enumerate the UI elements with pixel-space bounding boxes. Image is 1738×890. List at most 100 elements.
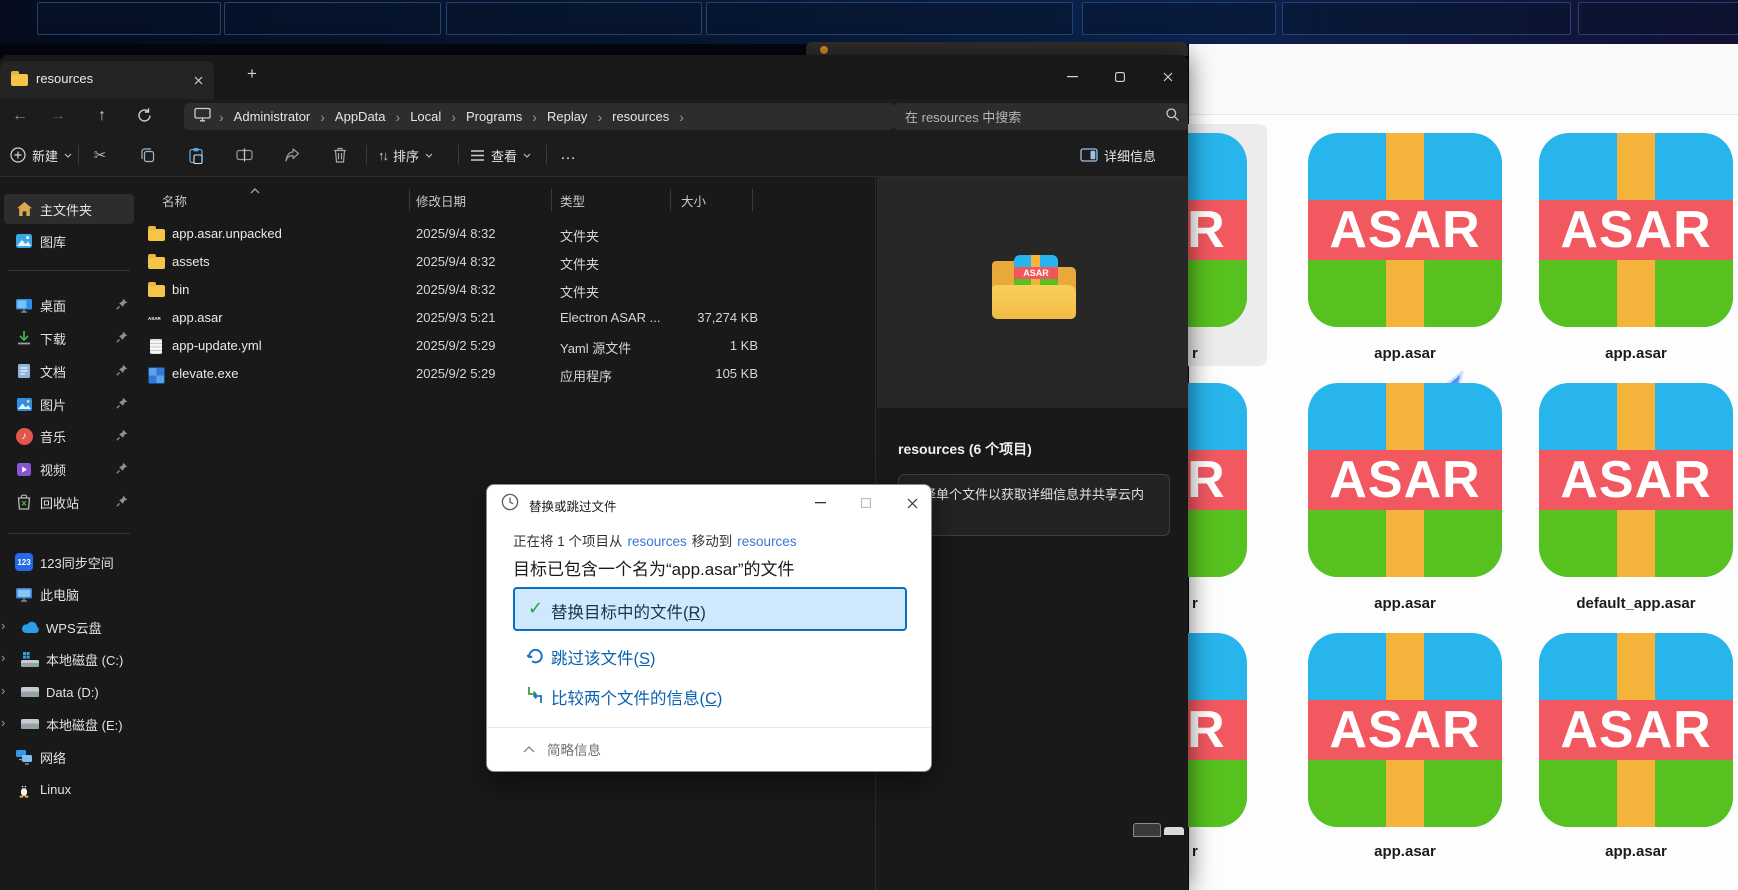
- more-options-icon[interactable]: …: [556, 143, 580, 167]
- maximize-button[interactable]: [1105, 63, 1135, 91]
- background-window-titlebar[interactable]: [806, 42, 1188, 56]
- asar-file-tile[interactable]: ASAR: [1539, 383, 1733, 577]
- pin-icon: [116, 364, 128, 379]
- asar-file-tile[interactable]: ASAR: [1308, 633, 1502, 827]
- replace-file-option[interactable]: ✓ 替换目标中的文件(R): [513, 587, 907, 631]
- breadcrumb-item[interactable]: Local: [408, 109, 443, 124]
- dialog-close-button[interactable]: [897, 491, 927, 515]
- forward-icon[interactable]: →: [46, 105, 70, 127]
- sidebar-item-this-pc[interactable]: 此电脑: [4, 579, 134, 609]
- linux-penguin-icon: [14, 779, 34, 799]
- sidebar-item-documents[interactable]: 文档: [4, 356, 134, 386]
- screen: ASAR ASAR ASAR r app.asar app.asar ASAR …: [0, 0, 1738, 890]
- compare-files-option[interactable]: 比较两个文件的信息(C): [513, 683, 907, 711]
- sidebar-item-label: 文档: [40, 362, 66, 381]
- details-title: resources (6 个项目): [898, 439, 1032, 459]
- sidebar-item-wps-cloud[interactable]: › WPS云盘: [4, 612, 134, 642]
- pin-icon: [116, 298, 128, 313]
- fewer-details-toggle[interactable]: 简略信息: [523, 739, 601, 759]
- refresh-icon[interactable]: [136, 107, 156, 127]
- skip-arrow-icon: [525, 645, 545, 670]
- expand-chevron-icon[interactable]: ›: [1, 715, 5, 730]
- explorer-tab-resources[interactable]: resources: [0, 61, 214, 99]
- column-header-size[interactable]: 大小: [681, 191, 706, 210]
- asar-file-tile[interactable]: ASAR: [1539, 133, 1733, 327]
- sidebar-item-local-disk-c[interactable]: › 本地磁盘 (C:): [4, 644, 134, 674]
- sidebar-item-123-sync[interactable]: 123 123同步空间: [4, 547, 134, 577]
- file-date: 2025/9/4 8:32: [416, 226, 496, 241]
- file-name: assets: [172, 254, 210, 269]
- sidebar-item-recycle-bin[interactable]: 回收站: [4, 487, 134, 517]
- dialog-minimize-button[interactable]: [805, 491, 835, 515]
- breadcrumb-item[interactable]: Administrator: [232, 109, 313, 124]
- paste-icon[interactable]: [184, 143, 208, 167]
- folder-icon: [148, 283, 165, 297]
- file-row[interactable]: elevate.exe 2025/9/2 5:29 应用程序 105 KB: [140, 360, 870, 388]
- file-row[interactable]: app.asar.unpacked 2025/9/4 8:32 文件夹: [140, 220, 870, 248]
- file-row[interactable]: bin 2025/9/4 8:32 文件夹: [140, 276, 870, 304]
- asar-icon-text: ASAR: [1308, 450, 1502, 510]
- column-header-type[interactable]: 类型: [560, 191, 585, 210]
- file-size: 105 KB: [640, 366, 758, 381]
- search-icon[interactable]: [1165, 107, 1180, 127]
- expand-chevron-icon[interactable]: ›: [1, 650, 5, 665]
- compare-arrows-icon: [525, 685, 545, 710]
- file-row[interactable]: app-update.yml 2025/9/2 5:29 Yaml 源文件 1 …: [140, 332, 870, 360]
- file-date: 2025/9/4 8:32: [416, 282, 496, 297]
- close-button[interactable]: [1153, 63, 1183, 91]
- minimize-button[interactable]: [1057, 63, 1087, 91]
- file-row[interactable]: assets 2025/9/4 8:32 文件夹: [140, 248, 870, 276]
- skip-file-option[interactable]: 跳过该文件(S): [513, 643, 907, 671]
- this-pc-icon: [194, 107, 211, 127]
- sidebar-item-local-disk-e[interactable]: › 本地磁盘 (E:): [4, 709, 134, 739]
- delete-icon[interactable]: [328, 143, 352, 167]
- asar-file-tile[interactable]: ASAR: [1539, 633, 1733, 827]
- column-header-name[interactable]: 名称: [162, 191, 187, 210]
- file-type: 文件夹: [560, 254, 599, 273]
- file-date: 2025/9/2 5:29: [416, 366, 496, 381]
- sidebar-item-linux[interactable]: Linux: [4, 774, 134, 804]
- breadcrumb-item[interactable]: AppData: [333, 109, 388, 124]
- breadcrumb-item[interactable]: Programs: [464, 109, 524, 124]
- chevron-up-icon: [523, 746, 535, 753]
- up-icon[interactable]: ↑: [90, 105, 114, 127]
- sidebar-item-gallery[interactable]: 图库: [4, 226, 134, 256]
- folder-icon: [148, 227, 165, 241]
- sidebar-item-downloads[interactable]: 下载: [4, 323, 134, 353]
- search-box[interactable]: 在 resources 中搜索: [893, 103, 1188, 130]
- chevron-right-icon: ›: [524, 109, 545, 125]
- sidebar-item-pictures[interactable]: 图片: [4, 389, 134, 419]
- view-button[interactable]: 查看: [470, 140, 531, 170]
- new-tab-button[interactable]: +: [240, 64, 264, 88]
- file-name: bin: [172, 282, 189, 297]
- tab-close-icon[interactable]: [186, 68, 210, 92]
- column-header-date[interactable]: 修改日期: [416, 191, 466, 210]
- source-folder-link[interactable]: resources: [628, 534, 687, 549]
- copy-icon[interactable]: [136, 143, 160, 167]
- sidebar-item-network[interactable]: 网络: [4, 742, 134, 772]
- search-placeholder: 在 resources 中搜索: [905, 107, 1165, 126]
- sort-button[interactable]: ↑↓ 排序: [378, 140, 433, 170]
- file-size: 1 KB: [640, 338, 758, 353]
- asar-file-tile[interactable]: ASAR: [1308, 133, 1502, 327]
- breadcrumb-item[interactable]: resources: [610, 109, 671, 124]
- sidebar-item-data-d[interactable]: › Data (D:): [4, 677, 134, 707]
- file-row[interactable]: ASAR app.asar 2025/9/3 5:21 Electron ASA…: [140, 304, 870, 332]
- rename-icon[interactable]: [232, 143, 256, 167]
- expand-chevron-icon[interactable]: ›: [1, 683, 5, 698]
- asar-file-tile[interactable]: ASAR: [1308, 383, 1502, 577]
- sidebar-item-music[interactable]: ♪ 音乐: [4, 421, 134, 451]
- target-folder-link[interactable]: resources: [737, 534, 796, 549]
- breadcrumb-item[interactable]: Replay: [545, 109, 589, 124]
- navigation-bar: ← → ↑ › Administrator › AppData › Local …: [0, 99, 1188, 133]
- new-button[interactable]: 新建: [10, 140, 72, 170]
- sidebar-item-videos[interactable]: 视频: [4, 454, 134, 484]
- share-icon[interactable]: [280, 143, 304, 167]
- cut-icon[interactable]: ✂: [88, 143, 112, 167]
- back-icon[interactable]: ←: [8, 105, 32, 127]
- details-pane-button[interactable]: 详细信息: [1080, 140, 1156, 170]
- sidebar-item-desktop[interactable]: 桌面: [4, 290, 134, 320]
- file-size: 37,274 KB: [640, 310, 758, 325]
- expand-chevron-icon[interactable]: ›: [1, 618, 5, 633]
- sidebar-item-home[interactable]: 主文件夹: [4, 194, 134, 224]
